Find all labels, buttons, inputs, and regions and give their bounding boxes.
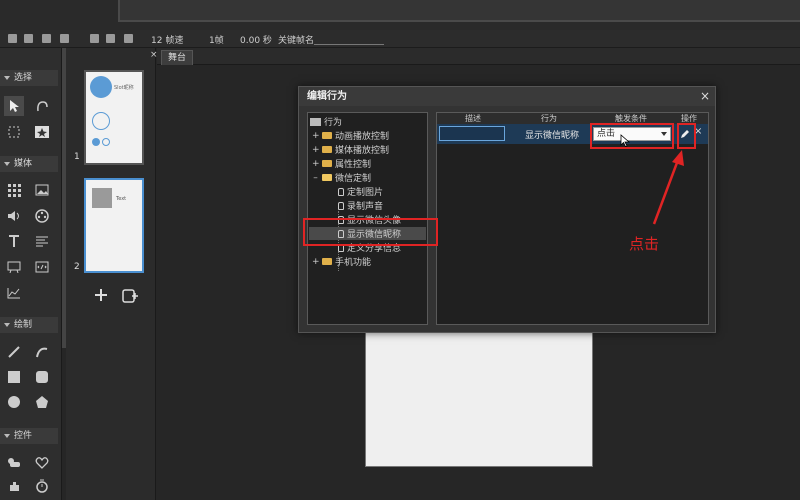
html-icon[interactable] xyxy=(32,257,52,277)
frame-count: 1帧 xyxy=(209,36,224,46)
tree-label: 动画播放控制 xyxy=(335,132,390,142)
folder-icon xyxy=(322,258,332,265)
keyframe-name-input[interactable] xyxy=(314,44,384,45)
close-icon[interactable]: × xyxy=(700,90,710,102)
hand-icon xyxy=(338,201,344,210)
new-icon[interactable] xyxy=(8,34,17,43)
tree-item-animation-control[interactable]: + 动画播放控制 xyxy=(312,129,390,143)
tree-label: 录制声音 xyxy=(347,202,384,212)
chart-icon[interactable] xyxy=(4,283,24,303)
page-text: Text xyxy=(116,196,127,202)
page-thumbnail-1[interactable]: Slot昵称 xyxy=(84,70,144,165)
tab-stage[interactable]: 舞台 xyxy=(161,50,194,65)
tree-item-record-audio[interactable]: 录制声音 xyxy=(338,199,383,212)
pages-panel: × Slot昵称 1 Text 2 xyxy=(66,48,158,500)
annotation-text: 点击 xyxy=(629,235,660,253)
highlight-box xyxy=(590,123,674,149)
image-icon[interactable] xyxy=(32,180,52,200)
rectangle-icon[interactable] xyxy=(4,367,24,387)
trash-icon[interactable] xyxy=(42,34,51,43)
frame-copy-icon[interactable] xyxy=(106,34,115,43)
page-thumbnail-2[interactable]: Text xyxy=(84,178,144,273)
highlight-box xyxy=(677,123,696,149)
section-controls[interactable]: 控件 xyxy=(0,428,58,444)
duplicate-page-icon[interactable] xyxy=(122,288,138,307)
camera-icon xyxy=(92,112,110,130)
section-media[interactable]: 媒体 xyxy=(0,156,58,172)
dialog-title: 编辑行为 xyxy=(299,87,715,106)
monitor-icon xyxy=(310,117,321,126)
folder-icon xyxy=(322,132,332,139)
heart-icon[interactable] xyxy=(32,452,52,472)
tree-item-media-control[interactable]: + 媒体播放控制 xyxy=(312,143,390,157)
drag-icon[interactable] xyxy=(4,476,24,496)
audio-icon[interactable] xyxy=(4,206,24,226)
section-label: 控件 xyxy=(14,431,33,441)
page-text: Slot昵称 xyxy=(114,85,134,91)
copy-icon[interactable] xyxy=(60,34,69,43)
lasso-tool-icon[interactable] xyxy=(32,96,52,116)
section-draw[interactable]: 绘制 xyxy=(0,317,58,333)
tree-label: 定制图片 xyxy=(347,188,384,198)
tree-item-phone-features[interactable]: + 手机功能 xyxy=(312,255,372,269)
placeholder-image xyxy=(92,188,112,208)
timer-icon[interactable] xyxy=(32,476,52,496)
stage-canvas[interactable] xyxy=(365,330,593,467)
pointer-tool-icon[interactable] xyxy=(4,96,24,116)
tree-item-wechat-custom[interactable]: – 微信定制 xyxy=(312,171,372,185)
tree-root[interactable]: 行为 xyxy=(310,115,342,128)
page-number: 2 xyxy=(74,262,80,272)
arrow-icon xyxy=(652,150,684,225)
header-description: 描述 xyxy=(465,114,481,123)
section-label: 媒体 xyxy=(14,159,33,169)
hand-icon xyxy=(338,187,344,196)
highlight-box xyxy=(303,218,438,246)
tree-item-property-control[interactable]: + 属性控制 xyxy=(312,157,372,171)
open-folder-icon xyxy=(322,174,332,181)
section-label: 选择 xyxy=(14,73,33,83)
folder-icon xyxy=(322,146,332,153)
time-label: 0.00 秒 xyxy=(240,36,272,46)
frame-delete-icon[interactable] xyxy=(124,34,133,43)
keyframe-label: 关键帧名 xyxy=(278,36,315,46)
star-tool-icon[interactable] xyxy=(32,122,52,142)
tree-item-custom-image[interactable]: 定制图片 xyxy=(338,185,383,198)
pentagon-icon[interactable] xyxy=(32,392,52,412)
toggle-icon[interactable] xyxy=(4,452,24,472)
avatar xyxy=(90,76,112,98)
section-select[interactable]: 选择 xyxy=(0,70,58,86)
tool-panel: 选择 媒体 绘制 控件 xyxy=(0,48,62,500)
line-icon[interactable] xyxy=(4,342,24,362)
header-action: 行为 xyxy=(541,114,557,123)
play-icon xyxy=(102,138,110,146)
top-panel xyxy=(0,0,800,30)
section-label: 绘制 xyxy=(14,320,33,330)
stage-tabbar: 舞台 xyxy=(157,48,800,65)
tree-label: 行为 xyxy=(324,118,343,128)
folder-icon xyxy=(322,160,332,167)
paragraph-icon[interactable] xyxy=(32,231,52,251)
frame-tool-icon[interactable] xyxy=(4,257,24,277)
text-tool-icon[interactable] xyxy=(4,231,24,251)
video-icon[interactable] xyxy=(32,206,52,226)
page-number: 1 xyxy=(74,152,80,162)
rounded-rect-icon[interactable] xyxy=(32,367,52,387)
tree-label: 媒体播放控制 xyxy=(335,146,390,156)
tree-label: 微信定制 xyxy=(335,174,372,184)
transform-tool-icon[interactable] xyxy=(4,122,24,142)
folder-icon[interactable] xyxy=(24,34,33,43)
circle-icon[interactable] xyxy=(4,392,24,412)
mic-icon xyxy=(92,138,100,146)
tree-label: 属性控制 xyxy=(335,160,372,170)
frame-icon[interactable] xyxy=(90,34,99,43)
add-page-icon[interactable] xyxy=(94,288,108,305)
grid-icon[interactable] xyxy=(4,180,24,200)
timeline-toolbar: 12 帧速 1帧 0.00 秒 关键帧名 xyxy=(0,30,800,48)
curve-icon[interactable] xyxy=(32,342,52,362)
timeline-panel xyxy=(118,0,800,22)
tree-label: 手机功能 xyxy=(335,258,372,268)
description-input[interactable] xyxy=(439,126,505,141)
row-action: 显示微信昵称 xyxy=(525,131,580,141)
fps-label: 12 帧速 xyxy=(151,36,184,46)
